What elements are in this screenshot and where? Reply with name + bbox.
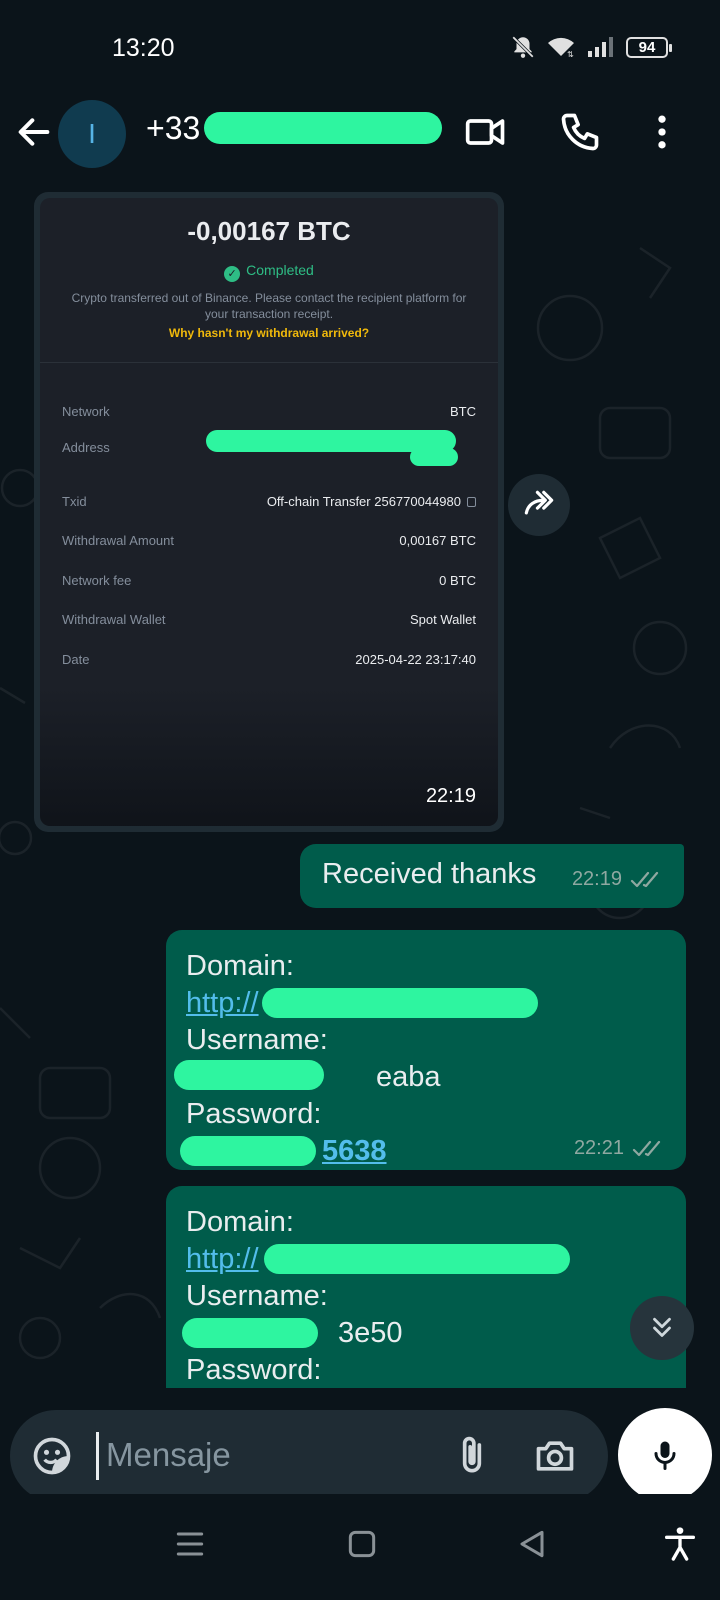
voice-call-icon[interactable]	[558, 110, 602, 154]
txid-value: Off-chain Transfer 256770044980	[266, 494, 461, 509]
camera-icon[interactable]	[532, 1434, 578, 1478]
message-text: Received thanks	[322, 858, 537, 890]
username-label: Username:	[186, 1024, 328, 1056]
detail-label: Date	[62, 652, 90, 667]
message-time: 22:19	[571, 868, 622, 890]
more-options-icon[interactable]	[640, 110, 684, 154]
domain-link[interactable]: http://	[186, 987, 259, 1019]
detail-value: 0 BTC	[439, 573, 476, 588]
divider	[40, 362, 498, 363]
password-label: Password:	[186, 1354, 322, 1386]
paperclip-icon[interactable]	[450, 1434, 494, 1478]
recent-apps-icon[interactable]	[170, 1524, 210, 1564]
redaction-mark	[264, 1244, 570, 1274]
microphone-icon	[654, 1441, 676, 1470]
check-circle-icon: ✓	[224, 266, 241, 282]
outgoing-message[interactable]: Received thanks 22:19	[300, 844, 684, 908]
message-meta: 22:19	[572, 868, 664, 891]
detail-label: Network	[62, 404, 110, 419]
back-arrow-icon[interactable]	[14, 112, 54, 152]
forward-icon	[524, 490, 554, 515]
password-label: Password:	[186, 1098, 322, 1130]
detail-label: Txid	[62, 494, 87, 509]
copy-icon	[467, 497, 476, 507]
scroll-to-bottom-button[interactable]	[630, 1296, 694, 1360]
detail-label: Network fee	[62, 573, 132, 588]
outgoing-message[interactable]: Domain: http:// Username: 3e50 Password:	[166, 1186, 686, 1388]
image-message[interactable]: -0,00167 BTC ✓ Completed Crypto transferr…	[34, 192, 504, 832]
battery-icon: 94	[626, 36, 672, 58]
username-label: Username:	[186, 1280, 328, 1312]
signal-icon	[588, 37, 613, 57]
redaction-mark	[262, 988, 538, 1018]
withdrawal-help-link: Why hasn't my withdrawal arrived?	[168, 326, 370, 340]
double-chevron-down-icon	[653, 1317, 671, 1337]
outgoing-message[interactable]: Domain: http:// Username: eaba Password:…	[166, 930, 686, 1170]
home-icon[interactable]	[342, 1524, 382, 1564]
detail-value: BTC	[450, 404, 476, 419]
withdrawal-status: ✓ Completed	[40, 262, 498, 282]
microphone-button[interactable]	[618, 1408, 712, 1502]
sticker-emoji-icon[interactable]	[30, 1434, 74, 1478]
redaction-mark	[182, 1318, 318, 1348]
double-check-icon	[630, 871, 659, 887]
detail-value: Off-chain Transfer 256770044980	[267, 494, 476, 509]
message-time: 22:19	[425, 785, 476, 807]
video-call-icon[interactable]	[464, 110, 508, 154]
detail-label: Withdrawal Amount	[62, 533, 174, 548]
message-placeholder: Mensaje	[106, 1436, 231, 1473]
status-time: 13:20	[112, 34, 175, 62]
domain-link[interactable]: http://	[186, 1243, 259, 1275]
text-caret	[96, 1432, 99, 1480]
chat-area[interactable]: -0,00167 BTC ✓ Completed Crypto transferr…	[0, 188, 720, 1388]
withdrawal-note: Crypto transferred out of Binance. Pleas…	[71, 291, 467, 321]
back-icon[interactable]	[512, 1524, 552, 1564]
chat-header: I +33	[0, 92, 720, 188]
detail-label: Withdrawal Wallet	[62, 612, 166, 627]
contact-name[interactable]: +33	[146, 110, 200, 147]
double-check-icon	[632, 1140, 661, 1156]
message-input[interactable]: Mensaje	[10, 1410, 608, 1502]
composer: Mensaje	[0, 1388, 720, 1502]
accessibility-icon[interactable]	[660, 1524, 700, 1564]
detail-label: Address	[62, 440, 110, 455]
redaction-mark	[174, 1060, 324, 1090]
detail-value: 2025-04-22 23:17:40	[355, 652, 476, 667]
contact-phone-prefix: +33	[146, 110, 201, 146]
status-bar: 13:20 ⇅ 94	[0, 0, 720, 92]
forward-button[interactable]	[508, 474, 570, 536]
detail-value: Spot Wallet	[410, 612, 476, 627]
system-nav-bar	[0, 1494, 720, 1600]
avatar[interactable]: I	[58, 100, 126, 168]
withdrawal-screenshot: -0,00167 BTC ✓ Completed Crypto transferr…	[40, 198, 498, 826]
do-not-disturb-icon	[512, 36, 534, 58]
redaction-mark	[180, 1136, 316, 1166]
redaction-mark	[204, 112, 442, 144]
domain-label: Domain:	[186, 1206, 294, 1238]
detail-value: 0,00167 BTC	[399, 533, 476, 548]
svg-text:⇅: ⇅	[567, 50, 574, 59]
withdrawal-amount-title: -0,00167 BTC	[187, 216, 351, 246]
status-icons: ⇅ 94	[510, 34, 672, 60]
message-meta: 22:21	[574, 1137, 666, 1160]
withdrawal-status-label: Completed	[246, 262, 314, 278]
redaction-mark	[410, 448, 458, 466]
domain-label: Domain:	[186, 950, 294, 982]
password-link[interactable]: 5638	[322, 1135, 387, 1167]
message-time: 22:21	[573, 1137, 624, 1159]
wifi-icon: ⇅	[548, 37, 574, 59]
